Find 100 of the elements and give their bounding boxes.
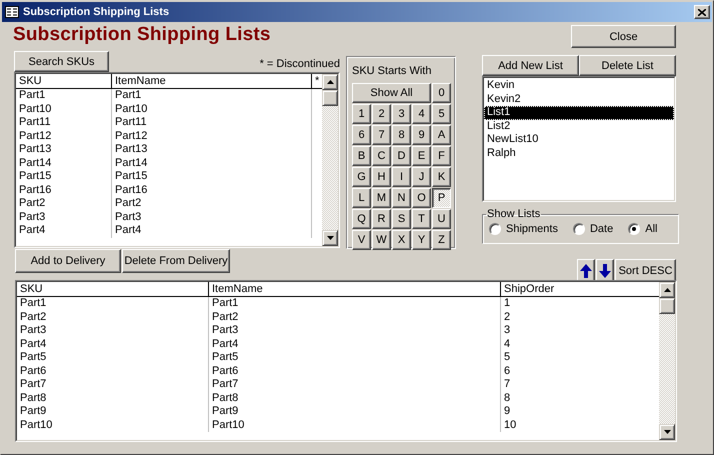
- list-button[interactable]: Add New List: [482, 55, 579, 76]
- letter-key-button[interactable]: Q: [352, 209, 371, 229]
- letter-key-button[interactable]: 7: [372, 125, 391, 145]
- letter-key-button[interactable]: N: [392, 188, 411, 208]
- scroll-down-button[interactable]: [322, 230, 338, 246]
- close-window-button[interactable]: [694, 5, 710, 19]
- table-cell: Part9: [209, 405, 501, 418]
- legend-note: * = Discontinued: [260, 58, 340, 72]
- scrollbar[interactable]: [659, 282, 675, 440]
- letter-key-button[interactable]: U: [432, 209, 451, 229]
- list-button[interactable]: Delete List: [579, 55, 676, 76]
- radio-option[interactable]: Date: [572, 223, 614, 235]
- scroll-up-button[interactable]: [659, 282, 675, 298]
- table-cell: Part6: [209, 364, 501, 378]
- list-item[interactable]: NewList10: [484, 133, 674, 146]
- column-header[interactable]: ItemName: [112, 74, 312, 88]
- table-cell-text: 2: [503, 310, 512, 324]
- letter-key-button[interactable]: M: [372, 188, 391, 208]
- table-cell: Part4: [17, 338, 209, 351]
- table-cell: Part11: [112, 116, 312, 130]
- show-all-button[interactable]: Show All: [352, 83, 431, 103]
- column-header[interactable]: SKU: [16, 74, 112, 88]
- letter-key-button[interactable]: 9: [412, 125, 431, 145]
- table-cell: Part1: [209, 297, 501, 310]
- letter-key-button[interactable]: 5: [432, 104, 451, 124]
- list-item[interactable]: List1: [484, 106, 674, 120]
- letter-key-button[interactable]: J: [412, 167, 431, 187]
- letter-key-button[interactable]: F: [432, 146, 451, 166]
- scroll-down-button[interactable]: [659, 424, 675, 440]
- letter-key-button[interactable]: T: [412, 209, 431, 229]
- letter-key-button[interactable]: R: [372, 209, 391, 229]
- scrollbar[interactable]: [322, 74, 338, 246]
- table-cell: Part10: [112, 102, 312, 116]
- letter-key-button[interactable]: S: [392, 209, 411, 229]
- table-cell: Part10: [209, 418, 501, 432]
- table-cell-text: 1: [503, 297, 512, 310]
- letter-key-button[interactable]: V: [352, 230, 371, 250]
- column-header[interactable]: ShipOrder: [501, 282, 659, 296]
- radio-option[interactable]: All: [628, 223, 658, 235]
- delivery-button[interactable]: Add to Delivery: [15, 249, 121, 273]
- letter-key-button[interactable]: 6: [352, 125, 371, 145]
- letter-key-button[interactable]: W: [372, 230, 391, 250]
- letter-key-button[interactable]: K: [432, 167, 451, 187]
- letter-key-button[interactable]: Y: [412, 230, 431, 250]
- scroll-up-button[interactable]: [322, 74, 338, 90]
- down-arrow-icon: [599, 264, 611, 278]
- column-header[interactable]: SKU: [17, 282, 209, 296]
- letter-key-button[interactable]: 0: [432, 83, 451, 103]
- letter-key-button[interactable]: X: [392, 230, 411, 250]
- close-icon: [698, 8, 706, 16]
- column-header[interactable]: ItemName: [209, 282, 501, 296]
- table-cell: Part15: [112, 170, 312, 184]
- table-cell: Part15: [16, 170, 112, 184]
- table-cell: Part13: [112, 143, 312, 156]
- letter-key-button[interactable]: 8: [392, 125, 411, 145]
- table-cell-text: 9: [503, 405, 512, 418]
- list-item[interactable]: Ralph: [484, 146, 674, 160]
- radio-option[interactable]: Shipments: [489, 223, 558, 235]
- letter-key-button[interactable]: P: [432, 188, 451, 208]
- search-skus-button[interactable]: Search SKUs: [14, 51, 109, 72]
- letter-key-button[interactable]: 4: [412, 104, 431, 124]
- radio-button[interactable]: [572, 223, 585, 235]
- letter-key-button[interactable]: 1: [352, 104, 371, 124]
- down-arrow-icon: [664, 430, 670, 434]
- letter-key-button[interactable]: D: [392, 146, 411, 166]
- letter-key-button[interactable]: Z: [432, 230, 451, 250]
- letter-key-button[interactable]: C: [372, 146, 391, 166]
- table-cell: Part16: [16, 184, 112, 197]
- delivery-button[interactable]: Delete From Delivery: [122, 249, 230, 273]
- scroll-thumb[interactable]: [659, 298, 675, 314]
- radio-button[interactable]: [628, 223, 640, 235]
- letter-key-button[interactable]: 3: [392, 104, 411, 124]
- table-cell: Part4: [209, 338, 501, 351]
- table-cell: Part6: [17, 364, 209, 378]
- letter-key-button[interactable]: A: [432, 125, 451, 145]
- close-button[interactable]: Close: [571, 25, 676, 48]
- form-heading: Subscription Shipping Lists: [13, 24, 271, 46]
- letter-key-button[interactable]: I: [392, 167, 411, 187]
- form-icon: [5, 6, 19, 18]
- scroll-thumb[interactable]: [322, 90, 338, 106]
- table-cell: Part4: [112, 224, 312, 238]
- table-cell: Part2: [112, 197, 312, 210]
- radio-button[interactable]: [489, 223, 501, 235]
- window-title: Subscription Shipping Lists: [23, 6, 170, 18]
- letter-key-button[interactable]: L: [352, 188, 371, 208]
- table-cell: Part16: [112, 184, 312, 197]
- column-header[interactable]: *: [312, 74, 322, 88]
- letter-key-button[interactable]: O: [412, 188, 431, 208]
- up-arrow-icon: [664, 288, 670, 292]
- letter-key-button[interactable]: H: [372, 167, 391, 187]
- letter-key-button[interactable]: E: [412, 146, 431, 166]
- table-cell: Part5: [17, 351, 209, 364]
- table-cell: Part8: [209, 392, 501, 405]
- letter-key-button[interactable]: G: [352, 167, 371, 187]
- list-item[interactable]: List2: [484, 120, 674, 133]
- list-item[interactable]: Kevin: [484, 79, 674, 92]
- letter-key-button[interactable]: 2: [372, 104, 391, 124]
- list-item[interactable]: Kevin2: [484, 92, 674, 106]
- letter-key-button[interactable]: B: [352, 146, 371, 166]
- table-cell: Part1: [17, 297, 209, 310]
